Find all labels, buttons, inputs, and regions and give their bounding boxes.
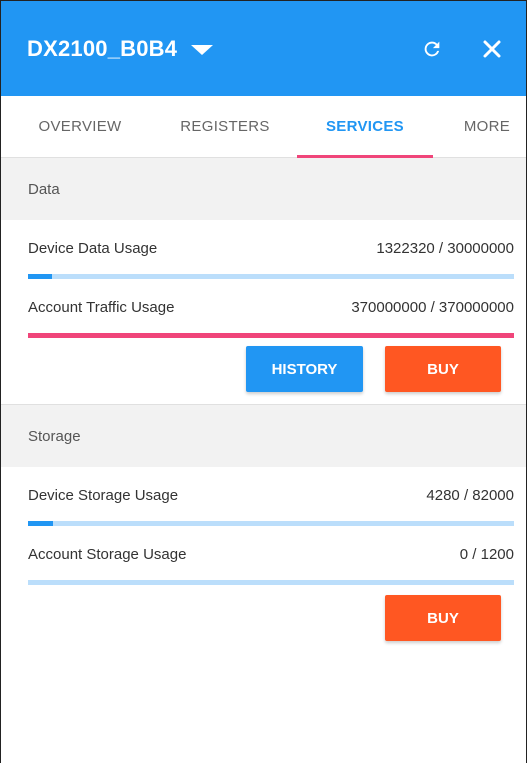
- device-selector[interactable]: DX2100_B0B4: [27, 35, 214, 62]
- progress-bar: [28, 274, 514, 279]
- storage-actions: BUY: [1, 585, 526, 641]
- usage-row-device-data: Device Data Usage 1322320 / 30000000: [1, 220, 526, 279]
- progress-bar-fill: [28, 274, 53, 279]
- section-header-data: Data: [1, 158, 526, 220]
- usage-row-account-storage: Account Storage Usage 0 / 1200: [1, 526, 526, 585]
- tab-registers[interactable]: REGISTERS: [161, 96, 289, 157]
- refresh-icon[interactable]: [418, 35, 446, 63]
- tab-services[interactable]: SERVICES: [297, 96, 433, 158]
- usage-row-device-storage: Device Storage Usage 4280 / 82000: [1, 467, 526, 526]
- usage-value: 4280 / 82000: [426, 486, 514, 504]
- usage-value: 370000000 / 370000000: [351, 298, 514, 316]
- progress-bar-fill: [28, 521, 54, 526]
- progress-bar: [28, 333, 514, 338]
- device-name: DX2100_B0B4: [27, 35, 178, 61]
- section-header-storage: Storage: [1, 405, 526, 467]
- usage-label: Account Storage Usage: [28, 545, 187, 563]
- app-header: DX2100_B0B4: [1, 1, 526, 96]
- close-icon[interactable]: [478, 35, 506, 63]
- chevron-down-icon: [191, 44, 214, 55]
- usage-label: Account Traffic Usage: [28, 298, 175, 316]
- tab-bar: OVERVIEW REGISTERS SERVICES MORE: [1, 96, 526, 158]
- buy-data-button[interactable]: BUY: [385, 346, 501, 392]
- usage-label: Device Storage Usage: [28, 486, 179, 504]
- data-actions: HISTORY BUY: [1, 338, 526, 404]
- usage-row-account-traffic: Account Traffic Usage 370000000 / 370000…: [1, 279, 526, 338]
- buy-storage-button[interactable]: BUY: [385, 595, 501, 641]
- usage-value: 1322320 / 30000000: [376, 239, 514, 257]
- services-panel: DX2100_B0B4 OVERVIEW REGISTERS SERVICES …: [0, 0, 527, 763]
- tab-more[interactable]: MORE: [447, 96, 527, 157]
- progress-bar: [28, 521, 514, 526]
- progress-bar: [28, 580, 514, 585]
- usage-label: Device Data Usage: [28, 239, 158, 257]
- history-button[interactable]: HISTORY: [246, 346, 363, 392]
- progress-bar-fill: [28, 333, 514, 338]
- usage-value: 0 / 1200: [459, 545, 514, 563]
- tab-overview[interactable]: OVERVIEW: [23, 96, 137, 157]
